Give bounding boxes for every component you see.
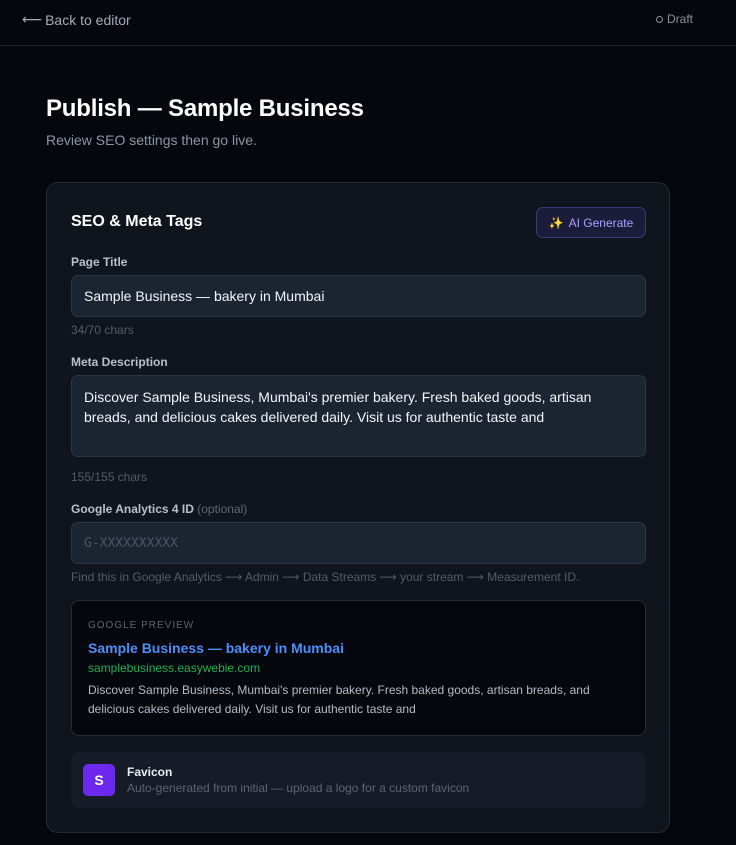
- status-badge: Draft: [655, 12, 693, 26]
- analytics-id-label: Google Analytics 4 ID (optional): [71, 502, 247, 516]
- meta-description-value: Discover Sample Business, Mumbai's premi…: [84, 389, 592, 425]
- google-preview-title[interactable]: Sample Business — bakery in Mumbai: [88, 640, 344, 656]
- favicon-preview: S: [83, 764, 115, 796]
- optional-tag: (optional): [197, 502, 248, 516]
- seo-card-title: SEO & Meta Tags: [71, 213, 203, 230]
- favicon-section: S Favicon Auto-generated from initial — …: [71, 752, 646, 808]
- arrow-left-icon: ⟵: [22, 11, 43, 27]
- page-title: Publish — Sample Business: [46, 95, 364, 122]
- ai-generate-button[interactable]: ✨ AI Generate: [536, 207, 646, 238]
- google-preview-label: GOOGLE PREVIEW: [88, 620, 195, 631]
- status-label: Draft: [666, 12, 693, 26]
- page-title-label: Page Title: [71, 255, 128, 269]
- page-title-counter: 34/70 chars: [71, 323, 134, 337]
- google-preview: GOOGLE PREVIEW Sample Business — bakery …: [71, 600, 646, 736]
- page-title-value: Sample Business — bakery in Mumbai: [84, 288, 325, 304]
- analytics-id-hint: Find this in Google Analytics ⟶ Admin ⟶ …: [71, 570, 580, 584]
- meta-description-textarea[interactable]: Discover Sample Business, Mumbai's premi…: [71, 375, 646, 457]
- favicon-title: Favicon: [127, 765, 173, 779]
- analytics-id-input[interactable]: G-XXXXXXXXXX: [71, 522, 646, 564]
- circle-icon: [655, 15, 663, 23]
- analytics-id-label-text: Google Analytics 4 ID: [71, 502, 194, 516]
- top-bar: ⟵ Back to editor Draft: [0, 0, 736, 46]
- seo-card: SEO & Meta Tags ✨ AI Generate Page Title…: [46, 182, 670, 833]
- page-subtitle: Review SEO settings then go live.: [46, 132, 257, 148]
- sparkles-icon: ✨: [548, 215, 564, 230]
- google-preview-description: Discover Sample Business, Mumbai's premi…: [88, 683, 590, 716]
- meta-description-counter: 155/155 chars: [71, 470, 148, 484]
- google-preview-url: samplebusiness.easywebie.com: [88, 661, 261, 675]
- favicon-subtitle: Auto-generated from initial — upload a l…: [127, 781, 470, 795]
- page-title-input[interactable]: Sample Business — bakery in Mumbai: [71, 275, 646, 317]
- meta-description-label: Meta Description: [71, 355, 168, 369]
- back-to-editor-link[interactable]: ⟵ Back to editor: [22, 11, 131, 28]
- back-link-label: Back to editor: [45, 11, 131, 28]
- analytics-id-placeholder: G-XXXXXXXXXX: [84, 535, 178, 551]
- ai-generate-label: AI Generate: [568, 215, 634, 230]
